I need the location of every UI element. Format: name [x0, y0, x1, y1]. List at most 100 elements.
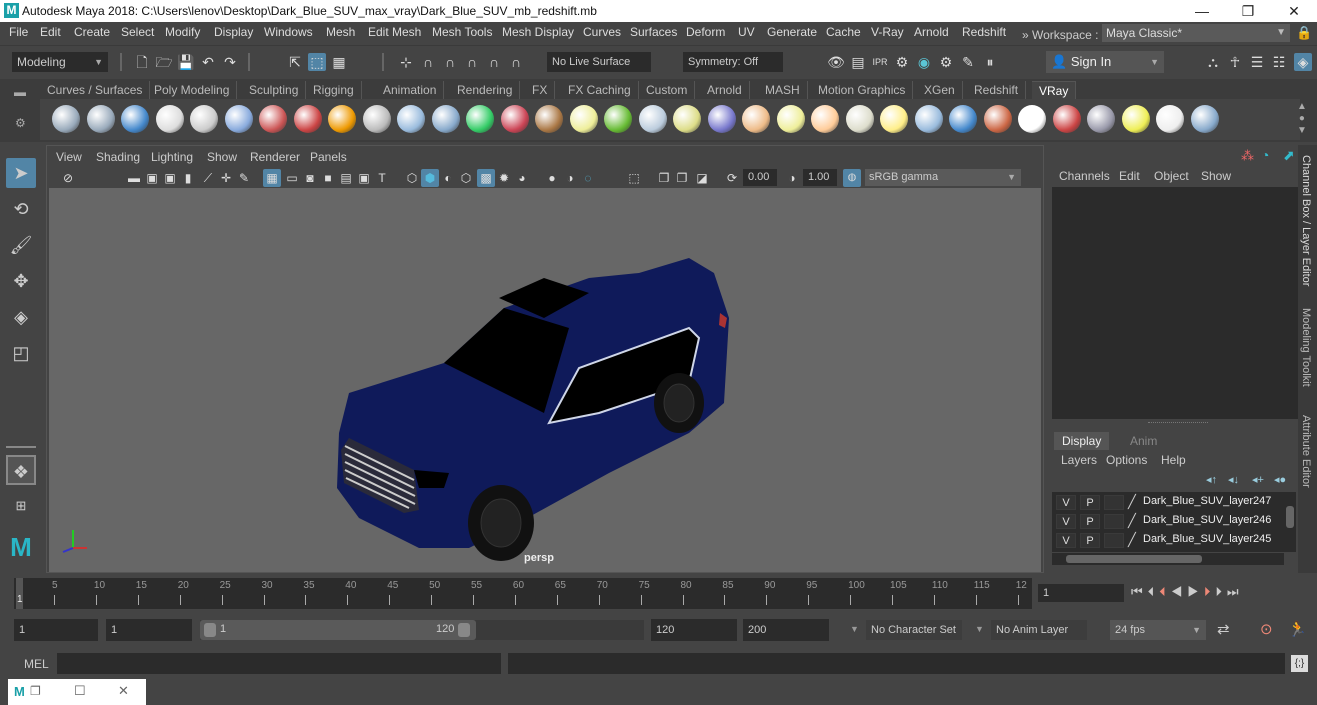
play-forwards-icon[interactable]: ▶	[1187, 584, 1204, 599]
shelf-tab-poly-modeling[interactable]: Poly Modeling	[147, 81, 238, 99]
exposure-icon[interactable]: ⟳	[723, 169, 741, 187]
side-tab-modeling-toolkit[interactable]: Modeling Toolkit	[1300, 308, 1312, 387]
anim-preferences-icon[interactable]: 🏃	[1288, 620, 1307, 638]
vray-spot-icon[interactable]	[776, 105, 805, 133]
script-language-label[interactable]: MEL	[24, 657, 49, 671]
vray-gear-icon[interactable]	[638, 105, 667, 133]
range-end-handle[interactable]	[458, 623, 470, 637]
layer-menu-help[interactable]: Help	[1161, 453, 1186, 467]
side-tab-attribute-editor[interactable]: Attribute Editor	[1300, 415, 1312, 488]
vray-plane-icon[interactable]	[914, 105, 943, 133]
select-by-object-icon[interactable]: ⬚	[308, 53, 326, 71]
menu-arnold[interactable]: Arnold	[914, 25, 949, 39]
save-scene-icon[interactable]: 💾	[177, 53, 195, 71]
vray-light-icon[interactable]	[466, 105, 494, 133]
range-start-handle[interactable]	[204, 623, 216, 637]
tool-settings-icon[interactable]: ☷	[1270, 53, 1288, 71]
snap-point-icon[interactable]: ∩	[441, 53, 459, 71]
vray-folder-icon[interactable]	[86, 105, 115, 133]
command-input[interactable]	[57, 653, 501, 674]
close-button[interactable]: ✕	[1271, 0, 1317, 22]
vray-cloud-icon[interactable]	[1156, 105, 1184, 133]
menu-curves[interactable]: Curves	[583, 25, 621, 39]
shelf-tab-arnold[interactable]: Arnold	[700, 81, 750, 99]
anim-layer-field[interactable]: No Anim Layer	[991, 620, 1087, 640]
new-layer-icon[interactable]: ◂+	[1252, 473, 1264, 486]
layer-tab-anim[interactable]: Anim	[1122, 432, 1165, 450]
exposure-field[interactable]: 0.00	[743, 169, 777, 186]
go-to-start-icon[interactable]: ⏮	[1131, 584, 1148, 599]
shelf-tab-rendering[interactable]: Rendering	[450, 81, 521, 99]
vray-blue-sphere-icon[interactable]	[949, 105, 977, 133]
auto-key-icon[interactable]: ⊙	[1260, 620, 1273, 638]
vray-logo-icon[interactable]	[155, 105, 184, 133]
cb-menu-show[interactable]: Show	[1201, 169, 1231, 183]
layer-row[interactable]: V P ╱ Dark_Blue_SUV_layer246	[1052, 512, 1284, 531]
move-layer-down-icon[interactable]: ◂↓	[1228, 473, 1239, 486]
range-track[interactable]: 1 120	[200, 620, 644, 640]
shelf-tab-motion-graphics[interactable]: Motion Graphics	[811, 81, 914, 99]
live-surface-field[interactable]: No Live Surface	[547, 52, 651, 72]
cb-menu-edit[interactable]: Edit	[1119, 169, 1140, 183]
suv-model[interactable]	[49, 188, 1041, 572]
layer-name[interactable]: Dark_Blue_SUV_layer245	[1143, 533, 1271, 545]
layer-row[interactable]: V P ╱ Dark_Blue_SUV_layer245	[1052, 531, 1284, 550]
layer-vertical-scrollbar[interactable]	[1284, 492, 1296, 552]
chevron-down-icon[interactable]: ▼	[850, 624, 859, 634]
xray-active-icon[interactable]: ❐	[673, 169, 691, 187]
shadows-icon[interactable]: ◕	[513, 169, 531, 187]
menu-vray[interactable]: V-Ray	[871, 25, 904, 39]
vray-grass-icon[interactable]	[604, 105, 632, 133]
vray-spheres-icon[interactable]	[293, 105, 322, 133]
layer-color-icon[interactable]: ╱	[1128, 532, 1136, 548]
snap-view-plane-icon[interactable]: ∩	[463, 53, 481, 71]
layer-type-toggle[interactable]	[1104, 514, 1124, 529]
vray-curve-icon[interactable]	[673, 105, 701, 133]
human-ik-icon[interactable]: ☥	[1226, 53, 1244, 71]
attribute-editor-icon[interactable]: ☰	[1248, 53, 1266, 71]
film-gate-icon[interactable]: ▭	[283, 169, 301, 187]
gate-mask-icon[interactable]: ■	[319, 169, 337, 187]
modeling-toolkit-icon[interactable]: ⛬	[1204, 53, 1222, 71]
vray-shapes-icon[interactable]	[431, 105, 460, 133]
four-view-layout-icon[interactable]: ⊞	[6, 491, 36, 521]
color-management-icon[interactable]: ◍	[843, 169, 861, 187]
side-tab-channel-box[interactable]: Channel Box / Layer Editor	[1300, 155, 1312, 286]
isolate-select-icon[interactable]: ⬚	[625, 169, 643, 187]
timeline-track[interactable]: 1 5 10 15 20 25 30 35 40 45 50 55 60 65 70 75 80 85 90 95 1…	[14, 578, 1032, 609]
render-view-icon[interactable]: 👁	[827, 53, 845, 71]
xray-icon[interactable]: ❐	[655, 169, 673, 187]
animation-start-field[interactable]: 1	[14, 619, 98, 641]
viewport-canvas[interactable]: persp	[49, 188, 1041, 572]
menu-display[interactable]: Display	[214, 25, 253, 39]
shelf-tab-sculpting[interactable]: Sculpting	[242, 81, 307, 99]
animation-end-field[interactable]: 200	[743, 619, 829, 641]
open-scene-icon[interactable]: 🗁	[155, 53, 173, 71]
vray-sphere-stand-icon[interactable]	[224, 105, 253, 133]
field-chart-icon[interactable]: ▤	[337, 169, 355, 187]
use-default-material-icon[interactable]: ◐	[439, 169, 457, 187]
menu-mesh-display[interactable]: Mesh Display	[502, 25, 574, 39]
wireframe-on-shaded-icon[interactable]: ⬡	[457, 169, 475, 187]
select-by-component-icon[interactable]: ▦	[330, 53, 348, 71]
menuset-dropdown[interactable]: Modeling ▼	[12, 52, 108, 72]
step-back-frame-icon[interactable]: ⏴	[1148, 584, 1160, 599]
vray-checker-icon[interactable]	[1018, 105, 1046, 133]
go-to-end-icon[interactable]: ⏭	[1227, 584, 1244, 599]
shelf-tab-redshift[interactable]: Redshift	[967, 81, 1027, 99]
play-backwards-icon[interactable]: ◀	[1171, 584, 1188, 599]
character-set-field[interactable]: No Character Set	[866, 620, 962, 640]
vray-save-icon[interactable]	[52, 105, 80, 133]
layer-name[interactable]: Dark_Blue_SUV_layer246	[1143, 514, 1271, 526]
maximize-icon[interactable]: ☐	[74, 683, 86, 699]
move-layer-up-icon[interactable]: ◂↑	[1206, 473, 1217, 486]
layer-visibility-toggle[interactable]: V	[1056, 495, 1076, 510]
layer-menu-layers[interactable]: Layers	[1061, 453, 1097, 467]
use-all-lights-icon[interactable]: ✹	[495, 169, 513, 187]
viewport-menu-lighting[interactable]: Lighting	[151, 150, 193, 164]
scrollbar-thumb[interactable]	[1286, 506, 1294, 528]
restore-icon[interactable]: ❐	[30, 684, 41, 698]
layer-row[interactable]: V P ╱ Dark_Blue_SUV_layer247	[1052, 493, 1284, 512]
undo-icon[interactable]: ↶	[199, 53, 217, 71]
vray-sun-icon[interactable]	[880, 105, 908, 133]
